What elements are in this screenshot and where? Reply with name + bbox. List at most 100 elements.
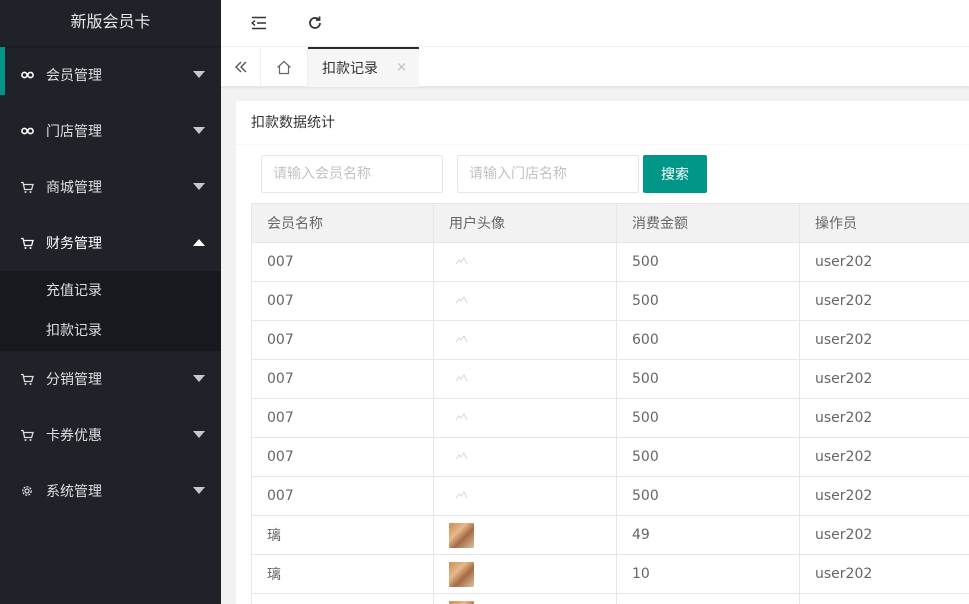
- user-avatar-image: [449, 561, 474, 587]
- home-icon[interactable]: [261, 47, 308, 87]
- cell-member-name: 007: [251, 320, 434, 360]
- link-icon: [20, 68, 34, 82]
- shrink-menu-icon[interactable]: [248, 12, 270, 34]
- broken-image-icon: [454, 488, 470, 504]
- cell-operator: user202: [799, 359, 969, 399]
- broken-image-icon: [454, 254, 470, 270]
- tabs-bar: 扣款记录 ×: [221, 47, 969, 87]
- cell-operator: user202: [799, 398, 969, 438]
- cell-operator: user202: [799, 515, 969, 555]
- cell-avatar: [433, 554, 617, 594]
- cell-avatar: [433, 281, 617, 321]
- sidebar-item-label: 分销管理: [46, 372, 102, 388]
- table-body: 007 500 user202 007 500 user202 007 600 user202 0…: [251, 242, 969, 604]
- refresh-icon[interactable]: [304, 12, 326, 34]
- sidebar-item-finance[interactable]: 财务管理: [0, 215, 221, 271]
- sidebar-item-label: 会员管理: [46, 68, 102, 84]
- table-row[interactable]: 007 500 user202: [251, 476, 969, 516]
- cell-avatar: [433, 593, 617, 604]
- broken-image-icon: [454, 410, 470, 426]
- table-header-row: 会员名称 用户头像 消费金额 操作员: [251, 203, 969, 243]
- column-header[interactable]: 操作员: [799, 203, 969, 243]
- sidebar-item-label: 卡券优惠: [46, 428, 102, 444]
- cell-operator: [799, 593, 969, 604]
- cell-operator: user202: [799, 242, 969, 282]
- column-header[interactable]: 消费金额: [616, 203, 800, 243]
- submenu-item-recharge[interactable]: 充值记录: [0, 271, 221, 311]
- table-row[interactable]: 007 600 user202: [251, 320, 969, 360]
- cell-amount: 500: [616, 476, 800, 516]
- cell-amount: 49: [616, 515, 800, 555]
- table-row[interactable]: 璃 49 user202: [251, 515, 969, 555]
- cell-avatar: [433, 359, 617, 399]
- cell-member-name: [251, 593, 434, 604]
- sidebar-item-system[interactable]: 系统管理: [0, 463, 221, 519]
- double-chevron-left-icon[interactable]: [221, 47, 261, 87]
- cell-avatar: [433, 242, 617, 282]
- cell-operator: user202: [799, 437, 969, 477]
- table-row[interactable]: 007 500 user202: [251, 398, 969, 438]
- broken-image-icon: [454, 449, 470, 465]
- submenu-item-deduction[interactable]: 扣款记录: [0, 311, 221, 351]
- member-name-input[interactable]: [261, 155, 443, 193]
- stats-card: 扣款数据统计 搜索 会员名称 用户头像 消费金额 操作员 007500user2…: [236, 101, 969, 604]
- finance-submenu: 充值记录 扣款记录: [0, 271, 221, 351]
- cell-avatar: [433, 515, 617, 555]
- cell-operator: user202: [799, 320, 969, 360]
- cell-amount: 10: [616, 554, 800, 594]
- cell-operator: user202: [799, 554, 969, 594]
- sidebar-item-distribution[interactable]: 分销管理: [0, 351, 221, 407]
- sidebar-item-label: 商城管理: [46, 180, 102, 196]
- table-row[interactable]: 007 500 user202: [251, 242, 969, 282]
- cell-amount: 500: [616, 398, 800, 438]
- table-row[interactable]: [251, 593, 969, 604]
- sidebar-item-label: 门店管理: [46, 124, 102, 140]
- cell-avatar: [433, 398, 617, 438]
- sidebar-nav: 会员管理 门店管理 商城管理 财务管理 充值记录 扣款记录 分销管理 卡券优惠 …: [0, 47, 221, 519]
- cell-operator: user202: [799, 476, 969, 516]
- active-indicator: [0, 47, 5, 95]
- chevron-down-icon: [193, 71, 205, 78]
- cell-amount: 500: [616, 242, 800, 282]
- deduction-table: 会员名称 用户头像 消费金额 操作员 007 500 user202 007 500 us…: [251, 203, 969, 604]
- card-title: 扣款数据统计: [236, 101, 969, 145]
- cart-icon: [20, 236, 34, 250]
- sidebar-item-mall[interactable]: 商城管理: [0, 159, 221, 215]
- top-header: [221, 0, 969, 47]
- column-header[interactable]: 会员名称: [251, 203, 434, 243]
- cell-member-name: 007: [251, 242, 434, 282]
- column-header[interactable]: 用户头像: [433, 203, 617, 243]
- table-row[interactable]: 007 500 user202: [251, 437, 969, 477]
- broken-image-icon: [454, 332, 470, 348]
- cell-member-name: 007: [251, 437, 434, 477]
- sidebar-item-coupons[interactable]: 卡券优惠: [0, 407, 221, 463]
- user-avatar-image: [449, 600, 474, 604]
- cell-member-name: 007: [251, 476, 434, 516]
- table-row[interactable]: 007 500 user202: [251, 281, 969, 321]
- cell-amount: 500: [616, 359, 800, 399]
- gear-icon: [20, 484, 34, 498]
- broken-image-icon: [454, 371, 470, 387]
- cell-avatar: [433, 437, 617, 477]
- chevron-down-icon: [193, 375, 205, 382]
- sidebar: 新版会员卡 会员管理 门店管理 商城管理 财务管理 充值记录 扣款记录 分销管理…: [0, 0, 221, 604]
- table-row[interactable]: 007 500 user202: [251, 359, 969, 399]
- search-button[interactable]: 搜索: [643, 155, 707, 193]
- cell-operator: user202: [799, 281, 969, 321]
- sidebar-item-member[interactable]: 会员管理: [0, 47, 221, 103]
- table-row[interactable]: 璃 10 user202: [251, 554, 969, 594]
- user-avatar-image: [449, 522, 474, 548]
- store-name-input[interactable]: [457, 155, 639, 193]
- close-icon[interactable]: ×: [396, 60, 407, 75]
- tab-deduction-records[interactable]: 扣款记录 ×: [308, 47, 419, 87]
- cell-member-name: 璃: [251, 554, 434, 594]
- chevron-down-icon: [193, 183, 205, 190]
- cell-member-name: 007: [251, 398, 434, 438]
- cart-icon: [20, 428, 34, 442]
- cell-amount: 600: [616, 320, 800, 360]
- cell-amount: 500: [616, 437, 800, 477]
- chevron-up-icon: [193, 239, 205, 246]
- cell-member-name: 007: [251, 359, 434, 399]
- app-logo-title: 新版会员卡: [0, 0, 221, 46]
- sidebar-item-store[interactable]: 门店管理: [0, 103, 221, 159]
